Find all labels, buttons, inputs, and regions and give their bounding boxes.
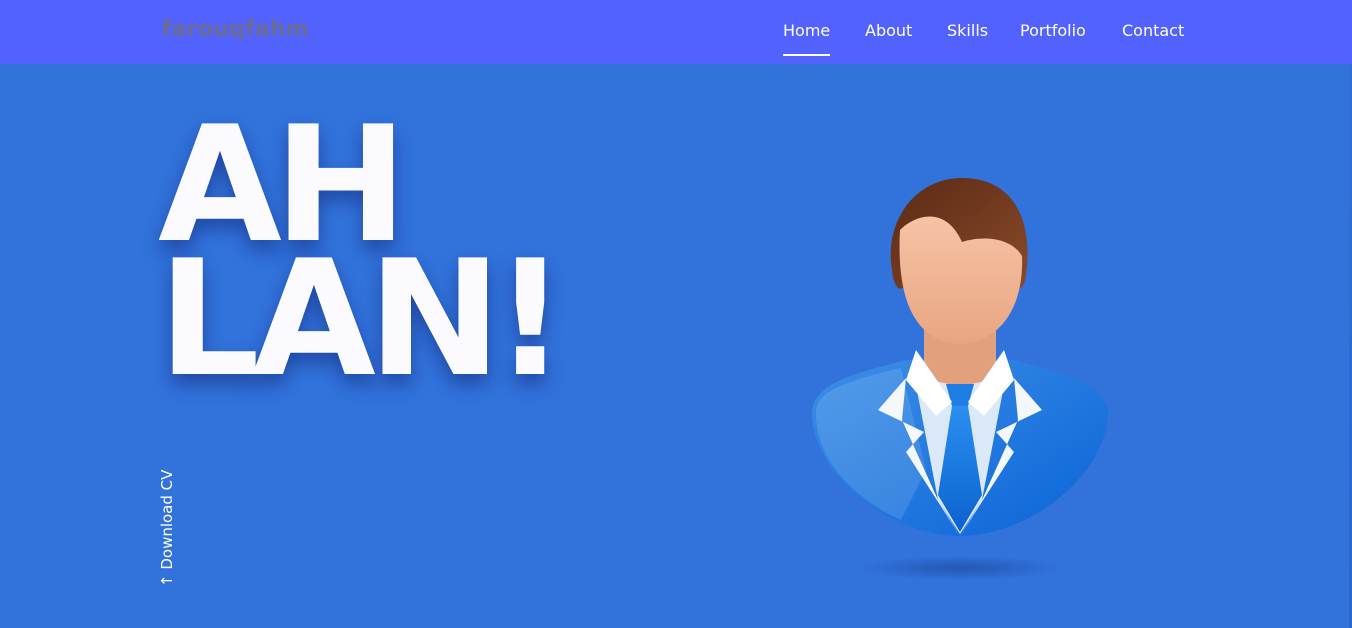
brand-logo[interactable]: farouqfahm [162, 17, 309, 42]
nav-contact-link[interactable]: Contact [1122, 21, 1184, 40]
nav-home-link[interactable]: Home [783, 21, 831, 56]
nav-skills-link[interactable]: Skills [947, 21, 988, 40]
nav-about-link[interactable]: About [865, 21, 912, 40]
businessman-avatar-icon [811, 178, 1108, 580]
navbar: farouqfahm Home About Skills Portfolio C… [0, 0, 1352, 64]
download-cv-link[interactable]: ↑ Download CV [158, 470, 176, 587]
hero-title: AH LAN! [158, 105, 567, 412]
hero-title-line-2: LAN! [158, 225, 567, 412]
nav-portfolio-link[interactable]: Portfolio [1020, 21, 1086, 40]
